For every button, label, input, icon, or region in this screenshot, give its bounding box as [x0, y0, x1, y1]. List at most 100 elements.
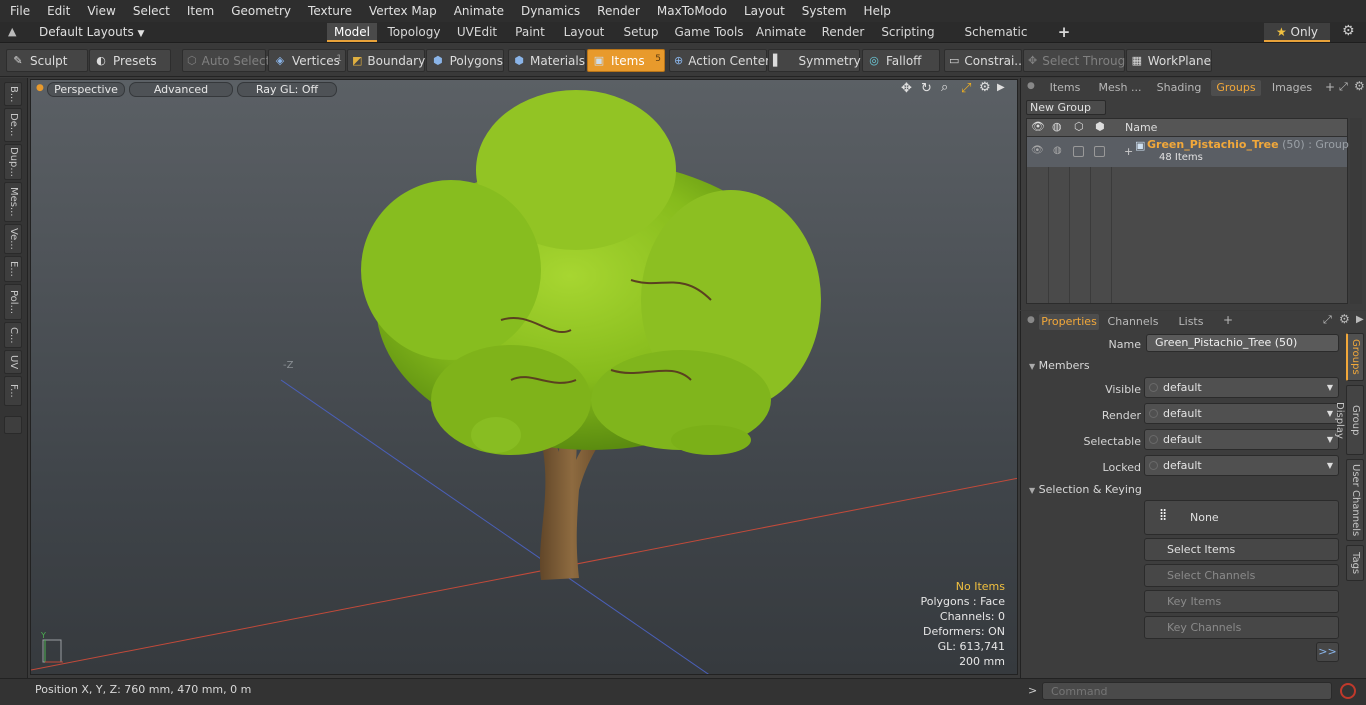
zoom-view-icon[interactable]: ⌕	[941, 80, 948, 95]
members-section[interactable]: ▼ Members	[1029, 359, 1090, 372]
layouts-dropdown[interactable]: Default Layouts ▼	[39, 25, 144, 39]
command-input[interactable]	[1042, 682, 1332, 700]
menu-layout[interactable]: Layout	[734, 0, 792, 22]
left-tab-vertex[interactable]: Ve...	[4, 224, 22, 254]
row-render-icon[interactable]: ◍	[1053, 145, 1062, 156]
none-button[interactable]: ⁞⁞None	[1144, 500, 1339, 535]
key-channels-button[interactable]: Key Channels	[1144, 616, 1339, 639]
only-toggle[interactable]: ★ Only	[1264, 23, 1330, 42]
polygons-button[interactable]: ⬢Polygons	[426, 49, 504, 72]
lock-column-icon[interactable]: ⬡	[1074, 120, 1084, 133]
boundary-button[interactable]: ◩Boundary	[347, 49, 425, 72]
properties-menu-dot[interactable]: ●	[1027, 315, 1035, 325]
tab-layout[interactable]: Layout	[558, 23, 610, 42]
panel-expand-icon[interactable]: ⤢	[1339, 80, 1348, 94]
properties-gear-icon[interactable]: ⚙	[1339, 312, 1350, 326]
selectable-dropdown[interactable]: default▼	[1144, 429, 1339, 450]
visibility-column-icon[interactable]: 👁	[1031, 120, 1045, 133]
tab-groups[interactable]: Groups	[1211, 80, 1261, 96]
gear-icon[interactable]: ⚙	[1342, 23, 1355, 39]
tab-images[interactable]: Images	[1267, 80, 1317, 96]
vertices-button[interactable]: ◈Vertices1	[268, 49, 346, 72]
menu-dynamics[interactable]: Dynamics	[511, 0, 587, 22]
left-tab-mesh[interactable]: Mes...	[4, 182, 22, 222]
left-tab-uv[interactable]: UV	[4, 350, 22, 374]
add-properties-tab-icon[interactable]: +	[1223, 313, 1233, 327]
tab-animate[interactable]: Animate	[753, 23, 809, 42]
menu-system[interactable]: System	[792, 0, 854, 22]
tab-setup[interactable]: Setup	[617, 23, 665, 42]
menu-file[interactable]: File	[0, 0, 37, 22]
row-lock-checkbox[interactable]	[1073, 146, 1084, 157]
left-tab-fusion[interactable]: F...	[4, 376, 22, 406]
select-channels-button[interactable]: Select Channels	[1144, 564, 1339, 587]
side-tab-user-channels[interactable]: User Channels	[1346, 459, 1364, 541]
properties-more-icon[interactable]: ▶	[1356, 314, 1364, 325]
tab-items[interactable]: Items	[1043, 80, 1087, 96]
table-row[interactable]: 👁 ◍ + ▣ Green_Pistachio_Tree (50) : Grou…	[1027, 137, 1347, 167]
tab-mesh[interactable]: Mesh ...	[1093, 80, 1147, 96]
collapse-icon[interactable]: ▲	[8, 25, 16, 38]
tab-paint[interactable]: Paint	[509, 23, 551, 42]
select-column-icon[interactable]: ⬢	[1095, 120, 1105, 133]
menu-render[interactable]: Render	[587, 0, 647, 22]
tab-shading[interactable]: Shading	[1153, 80, 1205, 96]
row-select-checkbox[interactable]	[1094, 146, 1105, 157]
tab-render[interactable]: Render	[816, 23, 870, 42]
tab-game-tools[interactable]: Game Tools	[672, 23, 746, 42]
tab-lists[interactable]: Lists	[1171, 314, 1211, 330]
row-visibility-icon[interactable]: 👁	[1031, 145, 1044, 156]
rotate-view-icon[interactable]: ↻	[921, 81, 932, 96]
side-tab-tags[interactable]: Tags	[1346, 545, 1364, 581]
tab-topology[interactable]: Topology	[383, 23, 445, 42]
key-items-button[interactable]: Key Items	[1144, 590, 1339, 613]
render-column-icon[interactable]: ◍	[1052, 120, 1062, 133]
symmetry-button[interactable]: ▌Symmetry	[768, 49, 860, 72]
tab-channels[interactable]: Channels	[1105, 314, 1161, 330]
constraints-button[interactable]: ▭Constrai...	[944, 49, 1022, 72]
locked-dropdown[interactable]: default▼	[1144, 455, 1339, 476]
group-list-scrollbar[interactable]	[1350, 118, 1362, 304]
menu-select[interactable]: Select	[123, 0, 177, 22]
materials-button[interactable]: ⬢Materials	[508, 49, 586, 72]
move-view-icon[interactable]: ✥	[901, 81, 912, 96]
properties-expand-icon[interactable]: ⤢	[1323, 313, 1332, 327]
menu-item[interactable]: Item	[177, 0, 221, 22]
raygl-button[interactable]: Ray GL: Off	[237, 82, 337, 97]
viewport-expand-icon[interactable]: ▶	[997, 82, 1005, 93]
action-center-button[interactable]: ⊕Action Center	[669, 49, 767, 72]
expand-icon[interactable]: +	[1124, 145, 1133, 158]
side-tab-groups[interactable]: Groups	[1346, 333, 1364, 381]
render-dropdown[interactable]: default▼	[1144, 403, 1339, 424]
perspective-button[interactable]: Perspective	[47, 82, 125, 97]
select-items-button[interactable]: Select Items	[1144, 538, 1339, 561]
record-icon[interactable]	[1340, 683, 1356, 699]
items-button[interactable]: ▣Items5	[587, 49, 665, 72]
tab-schematic-fusion[interactable]: Schematic Fusion	[946, 23, 1046, 42]
menu-maxtomodo[interactable]: MaxToModo	[647, 0, 734, 22]
side-tab-group-display[interactable]: Group Display	[1346, 385, 1364, 455]
menu-edit[interactable]: Edit	[37, 0, 77, 22]
left-tab-edge[interactable]: E...	[4, 256, 22, 282]
left-tab-polygon[interactable]: Pol...	[4, 284, 22, 320]
more-button[interactable]: >>	[1316, 642, 1339, 662]
fit-view-icon[interactable]: ⤢	[961, 81, 971, 96]
new-group-button[interactable]: New Group	[1026, 100, 1106, 115]
falloff-button[interactable]: ◎Falloff	[862, 49, 940, 72]
tab-scripting[interactable]: Scripting	[877, 23, 939, 42]
left-tab-toggle[interactable]	[4, 416, 22, 434]
tab-properties[interactable]: Properties	[1039, 314, 1099, 330]
sculpt-button[interactable]: ✎Sculpt	[6, 49, 88, 72]
select-through-button[interactable]: ✥Select Through	[1023, 49, 1125, 72]
menu-geometry[interactable]: Geometry	[221, 0, 298, 22]
advanced-button[interactable]: Advanced	[129, 82, 233, 97]
viewport-settings-icon[interactable]: ⚙	[979, 80, 991, 95]
panel-gear-icon[interactable]: ⚙	[1354, 79, 1365, 93]
viewport-menu-dot[interactable]: ●	[36, 83, 44, 93]
name-field[interactable]: Green_Pistachio_Tree (50)	[1146, 334, 1339, 352]
add-tab-button[interactable]: +	[1054, 23, 1074, 42]
tab-model[interactable]: Model	[327, 23, 377, 42]
left-tab-curve[interactable]: C...	[4, 322, 22, 348]
menu-view[interactable]: View	[77, 0, 122, 22]
menu-help[interactable]: Help	[854, 0, 898, 22]
